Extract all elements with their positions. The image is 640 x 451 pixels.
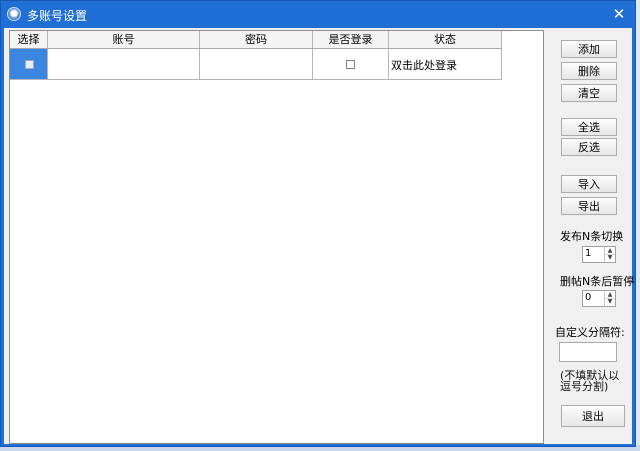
clear-button[interactable]: 清空: [561, 84, 617, 102]
pause-count-stepper[interactable]: 0 ▲ ▼: [582, 290, 616, 307]
account-grid[interactable]: 选择 账号 密码 是否登录 状态 双击此处登录: [9, 30, 544, 444]
select-cell[interactable]: [10, 49, 48, 79]
logged-in-checkbox[interactable]: [346, 60, 355, 69]
close-icon[interactable]: ✕: [609, 4, 629, 24]
logged-in-cell[interactable]: [313, 49, 389, 79]
add-button[interactable]: 添加: [561, 40, 617, 58]
multi-account-dialog: 多账号设置 ✕ 选择 账号 密码 是否登录 状态 双击此处登录 添加 删除 清空…: [0, 0, 636, 447]
separator-input[interactable]: [559, 342, 617, 362]
stepper-arrows: ▲ ▼: [604, 247, 615, 262]
exit-button[interactable]: 退出: [561, 405, 625, 427]
pause-count-value: 0: [585, 292, 592, 303]
column-header-select[interactable]: 选择: [10, 31, 48, 48]
table-row[interactable]: 双击此处登录: [10, 49, 502, 80]
switch-count-value: 1: [585, 248, 592, 259]
account-cell[interactable]: [48, 49, 200, 79]
select-checkbox[interactable]: [25, 60, 34, 69]
spin-down-icon[interactable]: ▼: [605, 298, 615, 305]
column-header-logged-in[interactable]: 是否登录: [313, 31, 389, 48]
invert-selection-button[interactable]: 反选: [561, 138, 617, 156]
switch-count-label: 发布N条切换: [560, 230, 624, 243]
status-text: 双击此处登录: [391, 59, 457, 72]
password-cell[interactable]: [200, 49, 313, 79]
app-icon: [7, 7, 21, 21]
separator-hint: (不填默认以逗号分割): [560, 369, 620, 393]
import-button[interactable]: 导入: [561, 175, 617, 193]
delete-button[interactable]: 删除: [561, 62, 617, 80]
stepper-arrows: ▲ ▼: [604, 291, 615, 306]
select-all-button[interactable]: 全选: [561, 118, 617, 136]
column-header-status[interactable]: 状态: [389, 31, 502, 48]
separator-label: 自定义分隔符:: [555, 326, 625, 339]
spin-down-icon[interactable]: ▼: [605, 254, 615, 261]
export-button[interactable]: 导出: [561, 197, 617, 215]
dialog-body: 选择 账号 密码 是否登录 状态 双击此处登录 添加 删除 清空 全选 反选 导…: [4, 28, 635, 444]
pause-count-label: 删帖N条后暂停: [560, 275, 635, 288]
column-header-account[interactable]: 账号: [48, 31, 200, 48]
grid-header: 选择 账号 密码 是否登录 状态: [10, 31, 502, 49]
window-title: 多账号设置: [27, 9, 88, 23]
title-bar[interactable]: 多账号设置 ✕: [1, 1, 635, 28]
column-header-password[interactable]: 密码: [200, 31, 313, 48]
status-cell[interactable]: 双击此处登录: [389, 49, 502, 79]
switch-count-stepper[interactable]: 1 ▲ ▼: [582, 246, 616, 263]
